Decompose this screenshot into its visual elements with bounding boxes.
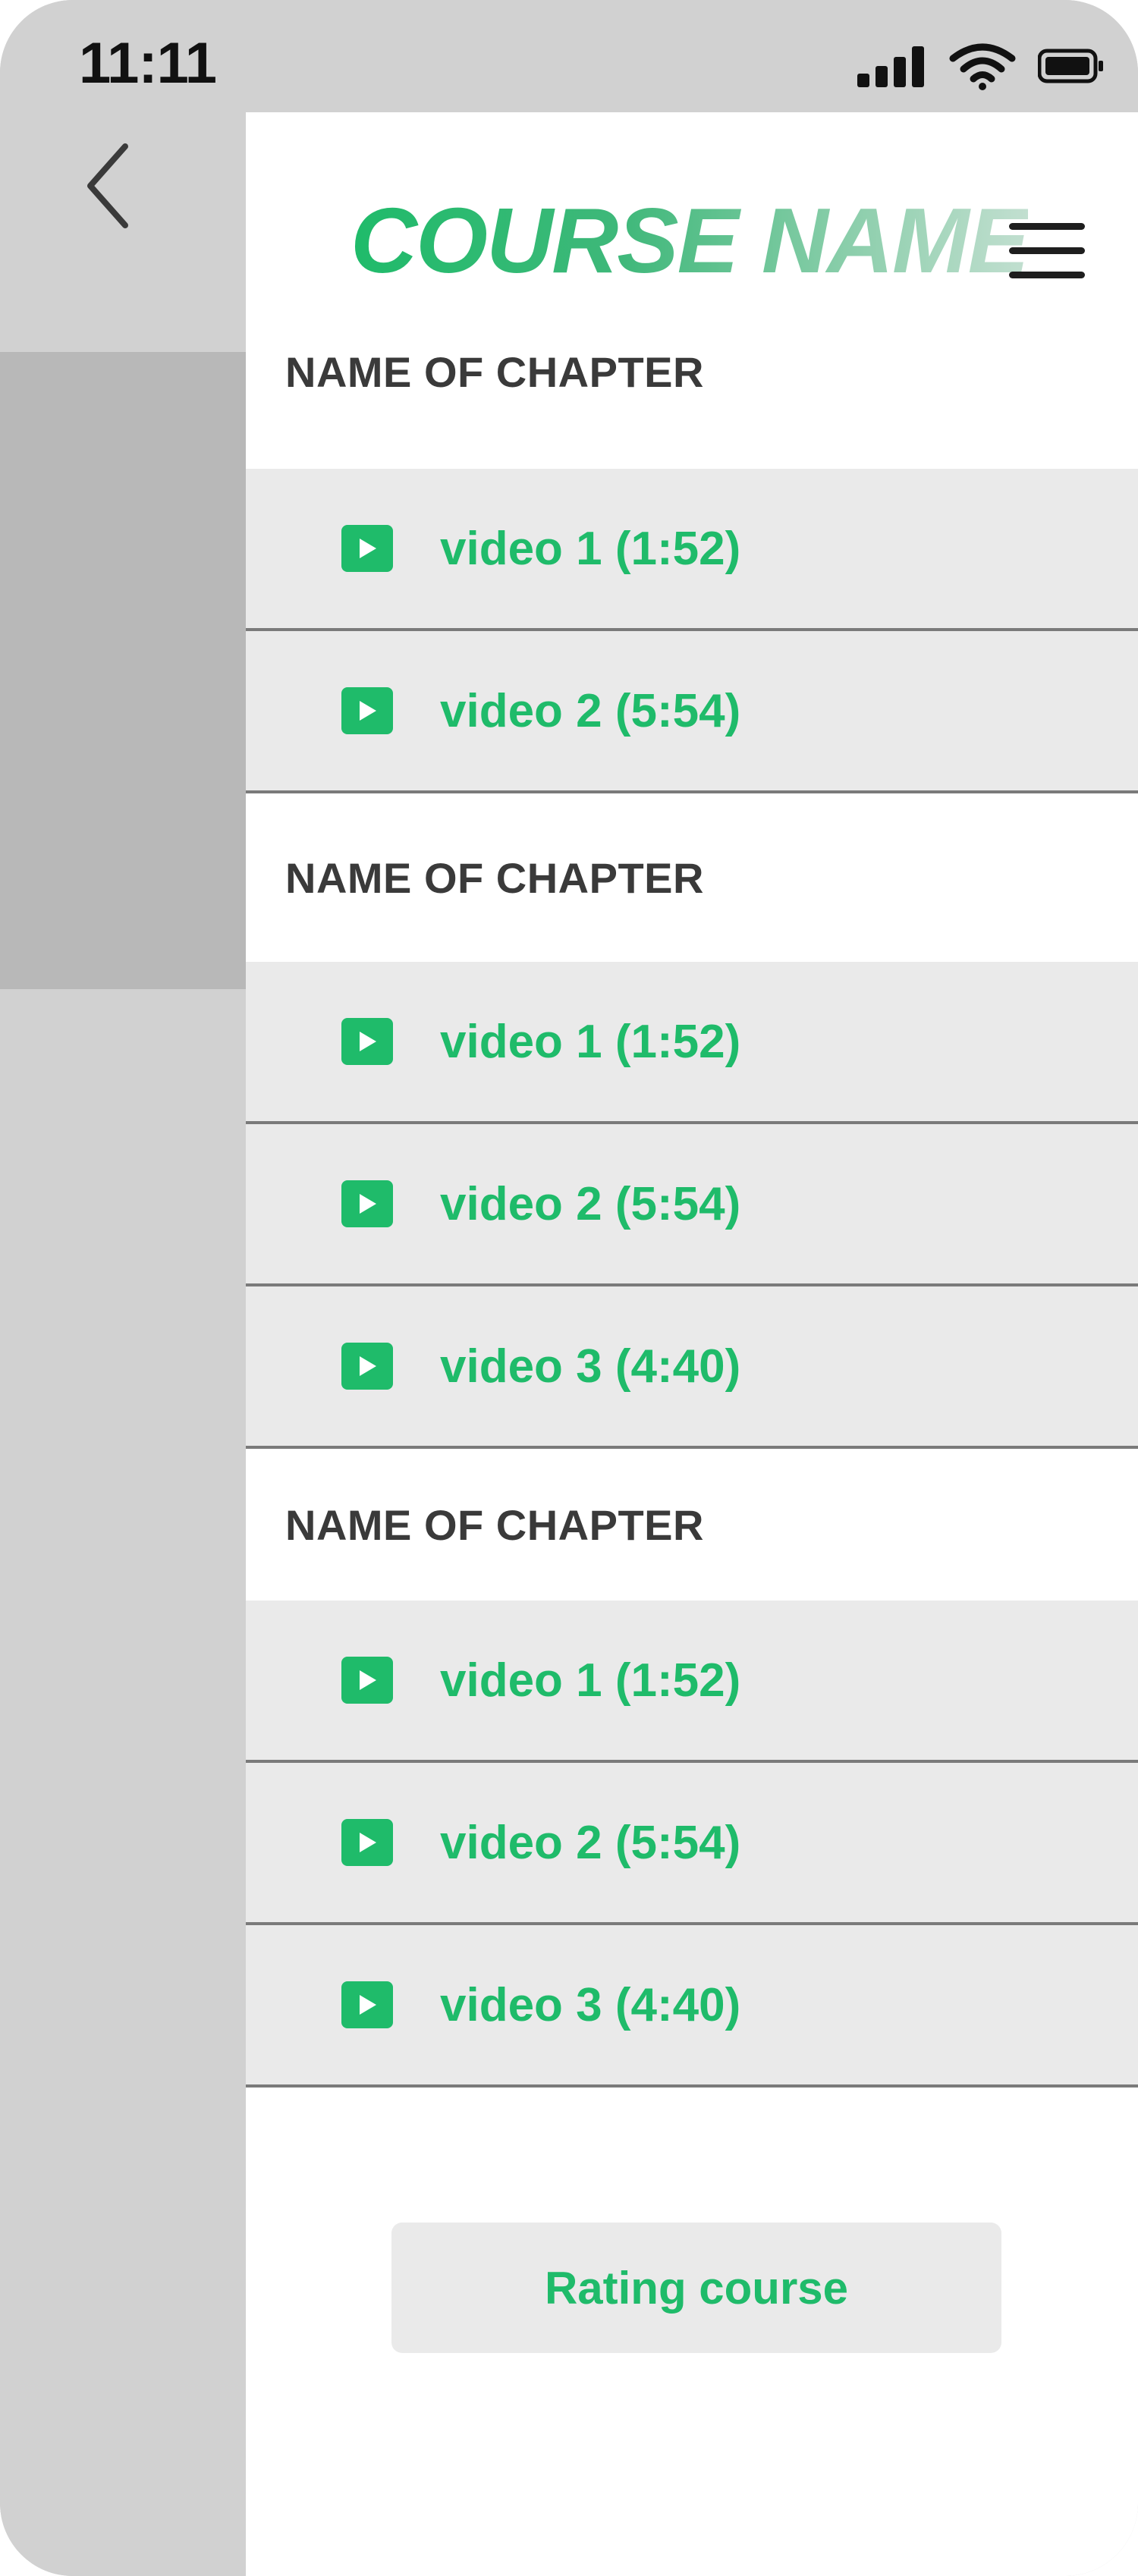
video-label: video 3 (4:40) (440, 1340, 741, 1393)
course-panel: COURSE NAME NAME OF CHAPTER video 1 (1:5… (246, 112, 1138, 2576)
back-button[interactable] (71, 137, 144, 235)
side-drawer-highlight (0, 352, 246, 989)
chapter-title: NAME OF CHAPTER (285, 1500, 704, 1549)
rating-course-button[interactable]: Rating course (391, 2223, 1001, 2353)
play-icon (341, 1819, 393, 1866)
phone-screen: 11:11 COURSE NAME NAME OF CHAPTER video … (0, 0, 1138, 2576)
video-label: video 2 (5:54) (440, 1177, 741, 1230)
chevron-left-icon (87, 143, 128, 228)
status-icons (857, 39, 1105, 93)
chapter-title: NAME OF CHAPTER (285, 348, 704, 396)
play-icon (341, 1180, 393, 1227)
video-label: video 1 (1:52) (440, 1654, 741, 1707)
video-item[interactable]: video 1 (1:52) (246, 469, 1138, 631)
chapter-header: NAME OF CHAPTER (246, 1449, 1138, 1601)
video-item[interactable]: video 3 (4:40) (246, 1286, 1138, 1449)
video-item[interactable]: video 1 (1:52) (246, 962, 1138, 1124)
video-label: video 2 (5:54) (440, 1816, 741, 1869)
video-item[interactable]: video 3 (4:40) (246, 1925, 1138, 2088)
video-item[interactable]: video 2 (5:54) (246, 631, 1138, 793)
video-label: video 2 (5:54) (440, 684, 741, 737)
chapter-title: NAME OF CHAPTER (285, 853, 704, 902)
chapter-header: NAME OF CHAPTER (246, 793, 1138, 962)
footer-area: Rating course (246, 2088, 1138, 2482)
chapter-header: NAME OF CHAPTER (246, 347, 1138, 469)
video-item[interactable]: video 2 (5:54) (246, 1763, 1138, 1925)
video-item[interactable]: video 1 (1:52) (246, 1601, 1138, 1763)
video-label: video 1 (1:52) (440, 1015, 741, 1068)
panel-header: COURSE NAME (246, 112, 1138, 347)
play-icon (341, 687, 393, 734)
status-bar: 11:11 (0, 0, 1138, 112)
video-label: video 1 (1:52) (440, 522, 741, 575)
wifi-icon (949, 43, 1016, 90)
play-icon (341, 1981, 393, 2028)
course-title: COURSE NAME (351, 189, 1030, 292)
cellular-signal-icon (857, 46, 924, 87)
battery-icon (1038, 49, 1103, 83)
play-icon (341, 525, 393, 572)
video-item[interactable]: video 2 (5:54) (246, 1124, 1138, 1286)
play-icon (341, 1343, 393, 1390)
menu-button[interactable] (1009, 223, 1088, 284)
status-time: 11:11 (79, 31, 217, 96)
play-icon (341, 1018, 393, 1065)
play-icon (341, 1657, 393, 1704)
video-label: video 3 (4:40) (440, 1978, 741, 2031)
